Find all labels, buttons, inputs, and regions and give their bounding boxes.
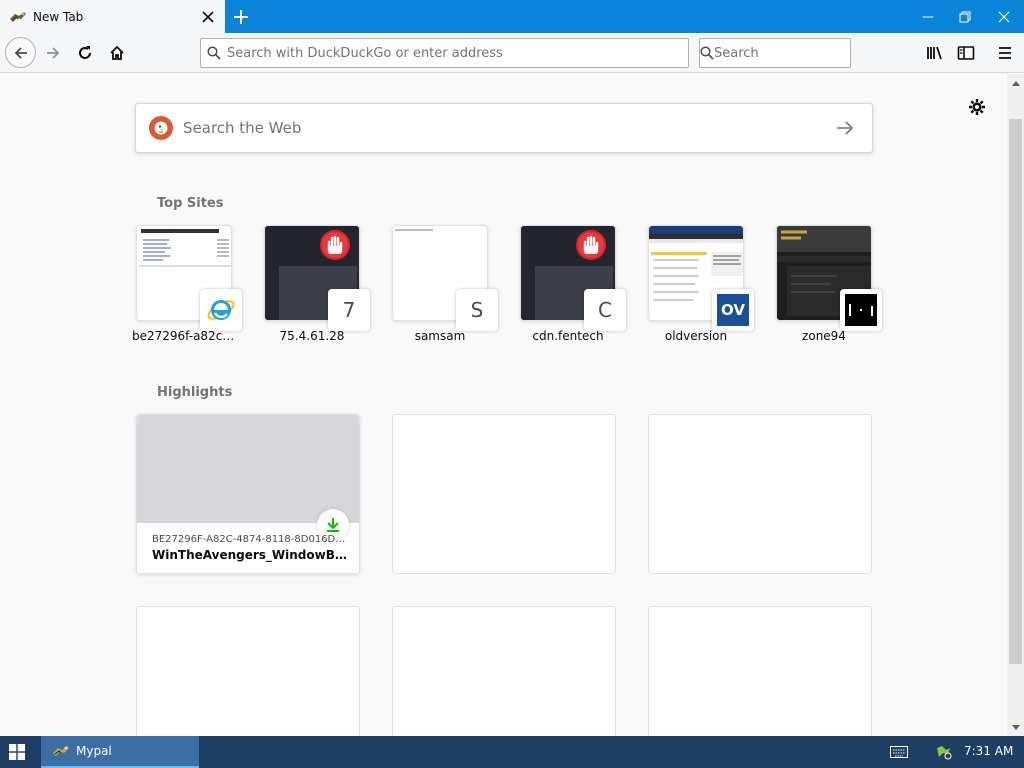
highlight-preview: [137, 415, 359, 523]
scroll-down-icon[interactable]: [1007, 719, 1024, 736]
site-letter-badge: C: [584, 289, 626, 331]
network-icon[interactable]: [934, 744, 952, 760]
search-icon: [201, 46, 227, 60]
zone94-favicon-icon: [840, 289, 882, 331]
minimize-icon[interactable]: [908, 0, 948, 33]
top-site-label: oldversion: [664, 329, 728, 343]
tab-strip: New Tab: [0, 0, 1024, 33]
highlight-placeholder: [392, 414, 616, 574]
taskbar-clock[interactable]: 7:31 AM: [964, 744, 1013, 758]
forward-button[interactable]: [38, 38, 68, 68]
library-icon: [927, 46, 942, 60]
top-site-label: be27296f-a82c-4...: [132, 329, 236, 343]
close-window-icon[interactable]: [984, 0, 1024, 33]
top-site-label: 75.4.61.28: [279, 329, 345, 343]
arrow-right-icon[interactable]: [830, 113, 860, 143]
web-search-box[interactable]: [135, 103, 873, 153]
library-button[interactable]: [920, 38, 950, 68]
home-button[interactable]: [102, 38, 132, 68]
search-input[interactable]: [714, 40, 884, 66]
nav-bar: [0, 33, 1024, 73]
windows-start-icon[interactable]: [0, 736, 34, 768]
top-sites-heading: Top Sites: [157, 196, 224, 211]
top-site-tile[interactable]: be27296f-a82c-4...: [132, 225, 242, 343]
highlight-url: BE27296F-A82C-4874-8118-8D016DD421D...: [152, 534, 347, 545]
highlight-placeholder: [136, 606, 360, 736]
scroll-up-icon[interactable]: [1007, 74, 1024, 91]
taskbar: Mypal 7:31 AM: [0, 736, 1024, 768]
tab-close-icon[interactable]: [196, 5, 220, 29]
oldversion-favicon-icon: OV: [712, 289, 754, 331]
sidebar-button[interactable]: [951, 38, 981, 68]
mypal-favicon-icon: [9, 10, 27, 24]
url-bar[interactable]: [200, 38, 689, 68]
top-site-tile[interactable]: zone94: [776, 225, 882, 343]
taskbar-app-mypal[interactable]: Mypal: [41, 736, 199, 768]
web-search-input[interactable]: [183, 113, 830, 143]
back-arrow-icon: [14, 46, 27, 59]
new-tab-page: Top Sites be27296f-a82c: [0, 74, 1007, 736]
gear-icon: [969, 99, 985, 115]
highlight-placeholder: [392, 606, 616, 736]
keyboard-icon[interactable]: [890, 744, 908, 760]
reload-icon: [79, 46, 91, 59]
top-site-tile[interactable]: C cdn.fentech: [520, 225, 626, 343]
highlight-title: WinTheAvengers_WindowBlinds...: [152, 548, 347, 562]
highlight-card[interactable]: BE27296F-A82C-4874-8118-8D016DD421D... W…: [136, 414, 360, 574]
highlight-placeholder: [648, 606, 872, 736]
site-letter-badge: 7: [328, 289, 370, 331]
highlight-placeholder: [648, 414, 872, 574]
hamburger-menu-icon: [999, 47, 1011, 59]
top-site-label: samsam: [414, 329, 466, 343]
vertical-scrollbar[interactable]: [1007, 74, 1024, 736]
top-site-label: cdn.fentech: [532, 329, 604, 343]
search-icon: [700, 46, 714, 60]
new-tab-plus-icon[interactable]: [228, 4, 254, 30]
sidebar-icon: [957, 46, 975, 60]
back-button[interactable]: [5, 37, 36, 68]
top-site-tile[interactable]: S samsam: [392, 225, 498, 343]
mypal-app-icon: [52, 744, 70, 758]
highlights-heading: Highlights: [157, 385, 233, 400]
page-settings-button[interactable]: [964, 94, 990, 120]
tab-new-tab[interactable]: New Tab: [0, 0, 225, 33]
home-icon: [110, 45, 124, 60]
restore-icon[interactable]: [945, 0, 985, 33]
search-bar[interactable]: [699, 38, 884, 68]
url-input[interactable]: [227, 40, 688, 66]
menu-button[interactable]: [990, 38, 1020, 68]
tab-title: New Tab: [33, 9, 84, 24]
scrollbar-thumb[interactable]: [1009, 119, 1022, 664]
top-site-tile[interactable]: OV oldversion: [648, 225, 754, 343]
taskbar-app-label: Mypal: [76, 744, 112, 758]
site-letter-badge: S: [456, 289, 498, 331]
ie-favicon-icon: [200, 289, 242, 331]
forward-arrow-icon: [47, 47, 60, 59]
top-site-label: zone94: [802, 329, 846, 343]
duckduckgo-logo-icon: [149, 116, 173, 140]
oldversion-badge-text: OV: [717, 294, 749, 326]
reload-button[interactable]: [70, 38, 100, 68]
top-site-tile[interactable]: 7 75.4.61.28: [264, 225, 370, 343]
